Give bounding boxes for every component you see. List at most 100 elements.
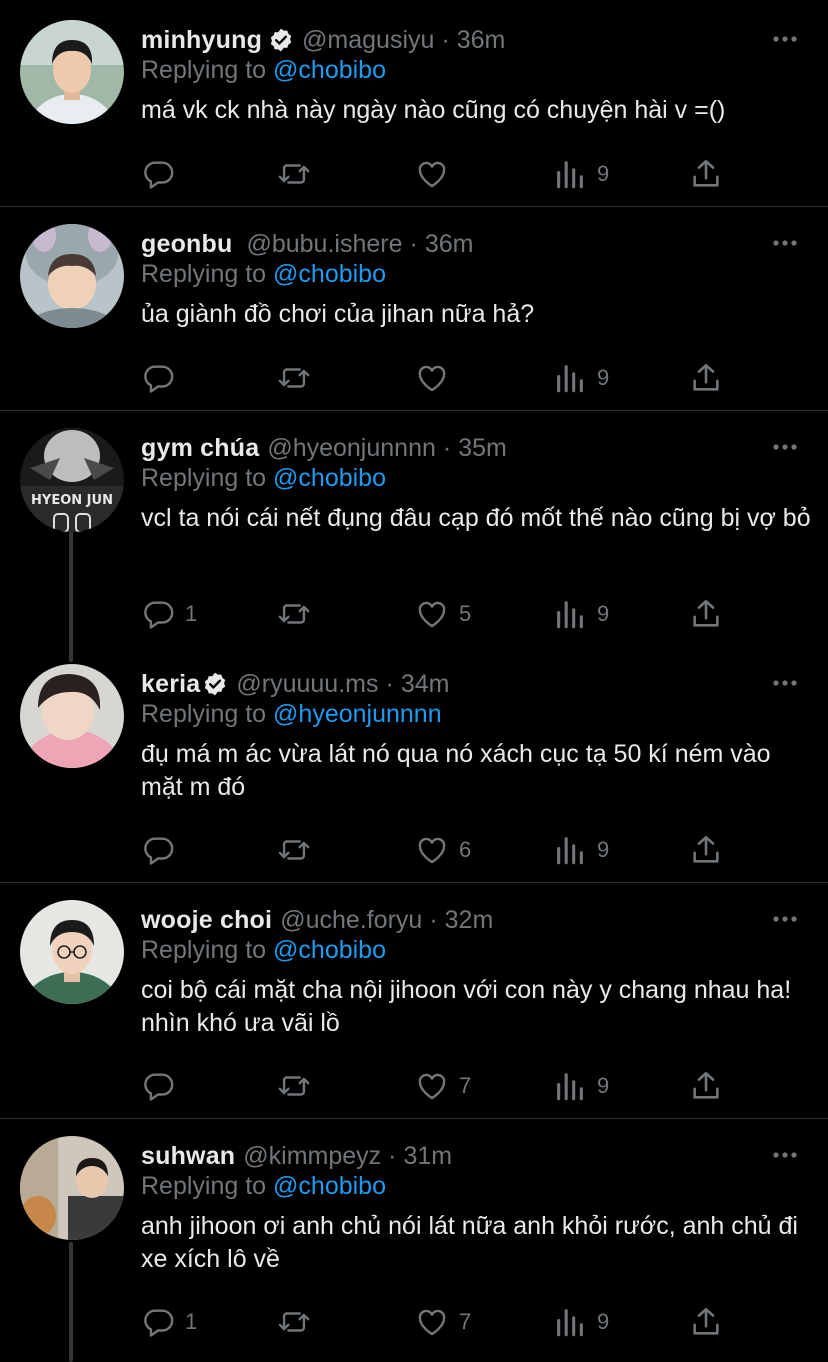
avatar[interactable] [20,1136,124,1240]
retweet-button[interactable] [277,156,321,192]
verified-badge-icon [202,671,228,697]
reply-button[interactable] [141,1068,185,1104]
like-button[interactable]: 6 [415,832,471,868]
like-button[interactable]: 7 [415,1068,471,1104]
share-button[interactable] [689,832,723,868]
view-count: 9 [597,365,610,390]
more-options-icon[interactable] [772,230,798,256]
tweet-header: suhwan @kimmpeyz · 31m [141,1138,452,1174]
tweet-text: ủa giành đồ chơi của jihan nữa hả? [141,300,535,328]
display-name[interactable]: geonbu [141,230,232,259]
timestamp[interactable]: 36m [425,230,474,259]
reply-button[interactable]: 1 [141,596,197,632]
like-button[interactable] [415,360,459,396]
user-handle[interactable]: @uche.foryu [280,906,422,935]
tweet[interactable]: geonbu @bubu.ishere · 36m Replying to @c… [0,204,828,410]
views-button[interactable]: 9 [553,596,609,632]
user-handle[interactable]: @hyeonjunnnn [267,434,436,463]
user-handle[interactable]: @kimmpeyz [243,1142,381,1171]
views-button[interactable]: 9 [553,1304,609,1340]
more-options-icon[interactable] [772,434,798,460]
view-count: 9 [597,1309,610,1334]
display-name[interactable]: minhyung [141,26,262,55]
more-options-icon[interactable] [772,1142,798,1168]
action-bar: 1 5 9 [141,596,741,632]
retweet-button[interactable] [277,832,321,868]
share-button[interactable] [689,156,723,192]
user-handle[interactable]: @bubu.ishere [246,230,402,259]
display-name[interactable]: gym chúa [141,434,259,463]
reply-count: 1 [185,601,198,626]
tweet[interactable]: suhwan @kimmpeyz · 31m Replying to @chob… [0,1116,828,1362]
avatar[interactable] [20,20,124,124]
timestamp[interactable]: 32m [445,906,494,935]
mention-link[interactable]: @chobibo [273,260,386,288]
timestamp[interactable]: 31m [404,1142,453,1171]
verified-badge-icon [268,27,294,53]
mention-link[interactable]: @chobibo [273,56,386,84]
like-button[interactable] [415,156,459,192]
tweet-header: wooje choi @uche.foryu · 32m [141,902,493,938]
timestamp[interactable]: 34m [401,670,450,699]
retweet-button[interactable] [277,1304,321,1340]
reply-button[interactable] [141,832,185,868]
retweet-icon [278,840,310,860]
avatar[interactable]: HYEON JUN [20,428,124,532]
reply-icon [144,161,174,189]
reply-button[interactable]: 1 [141,1304,197,1340]
bar-chart-icon [557,1073,583,1101]
tweet[interactable]: HYEON JUN gym chúa @hyeonjunnnn · 35m Re… [0,408,828,644]
share-button[interactable] [689,1304,723,1340]
retweet-button[interactable] [277,1068,321,1104]
reply-button[interactable] [141,360,185,396]
bar-chart-icon [557,1309,583,1337]
like-button[interactable]: 5 [415,596,471,632]
display-name[interactable]: keria [141,670,200,699]
views-button[interactable]: 9 [553,156,609,192]
replying-to-label: Replying to [141,936,267,964]
user-handle[interactable]: @magusiyu [302,26,434,55]
retweet-button[interactable] [277,596,321,632]
display-name[interactable]: suhwan [141,1142,235,1171]
avatar[interactable] [20,900,124,1004]
like-count: 6 [459,837,472,862]
like-button[interactable]: 7 [415,1304,471,1340]
retweet-button[interactable] [277,360,321,396]
separator-dot: · [409,229,418,258]
share-button[interactable] [689,1068,723,1104]
reply-icon [144,1309,174,1337]
tweet[interactable]: wooje choi @uche.foryu · 32m Replying to… [0,880,828,1118]
views-button[interactable]: 9 [553,832,609,868]
avatar[interactable] [20,224,124,328]
user-handle[interactable]: @ryuuuu.ms [236,670,378,699]
mention-link[interactable]: @chobibo [273,1172,386,1200]
tweet[interactable]: keria @ryuuuu.ms · 34m Replying to @hyeo… [0,644,828,882]
action-bar: 1 7 9 [141,1304,741,1340]
tweet-text: đụ má m ác vừa lát nó qua nó xách cục tạ… [141,740,771,801]
retweet-icon [278,604,310,624]
separator-dot: · [385,669,394,698]
share-icon [693,363,719,391]
display-name[interactable]: wooje choi [141,906,272,935]
share-button[interactable] [689,360,723,396]
timestamp[interactable]: 36m [457,26,506,55]
mention-link[interactable]: @chobibo [273,936,386,964]
tweet[interactable]: minhyung @magusiyu · 36m Replying to @ch… [0,0,828,206]
heart-icon [418,365,446,392]
mention-link[interactable]: @chobibo [273,464,386,492]
replying-to-label: Replying to [141,1172,267,1200]
mention-link[interactable]: @hyeonjunnnn [273,700,442,728]
reply-icon [144,365,174,393]
share-button[interactable] [689,596,723,632]
reply-icon [144,837,174,865]
timestamp[interactable]: 35m [458,434,507,463]
views-button[interactable]: 9 [553,1068,609,1104]
heart-icon [418,1309,446,1336]
more-options-icon[interactable] [772,670,798,696]
replying-to: Replying to @chobibo [141,464,386,493]
views-button[interactable]: 9 [553,360,609,396]
reply-button[interactable] [141,156,185,192]
more-options-icon[interactable] [772,906,798,932]
avatar[interactable] [20,664,124,768]
more-options-icon[interactable] [772,26,798,52]
